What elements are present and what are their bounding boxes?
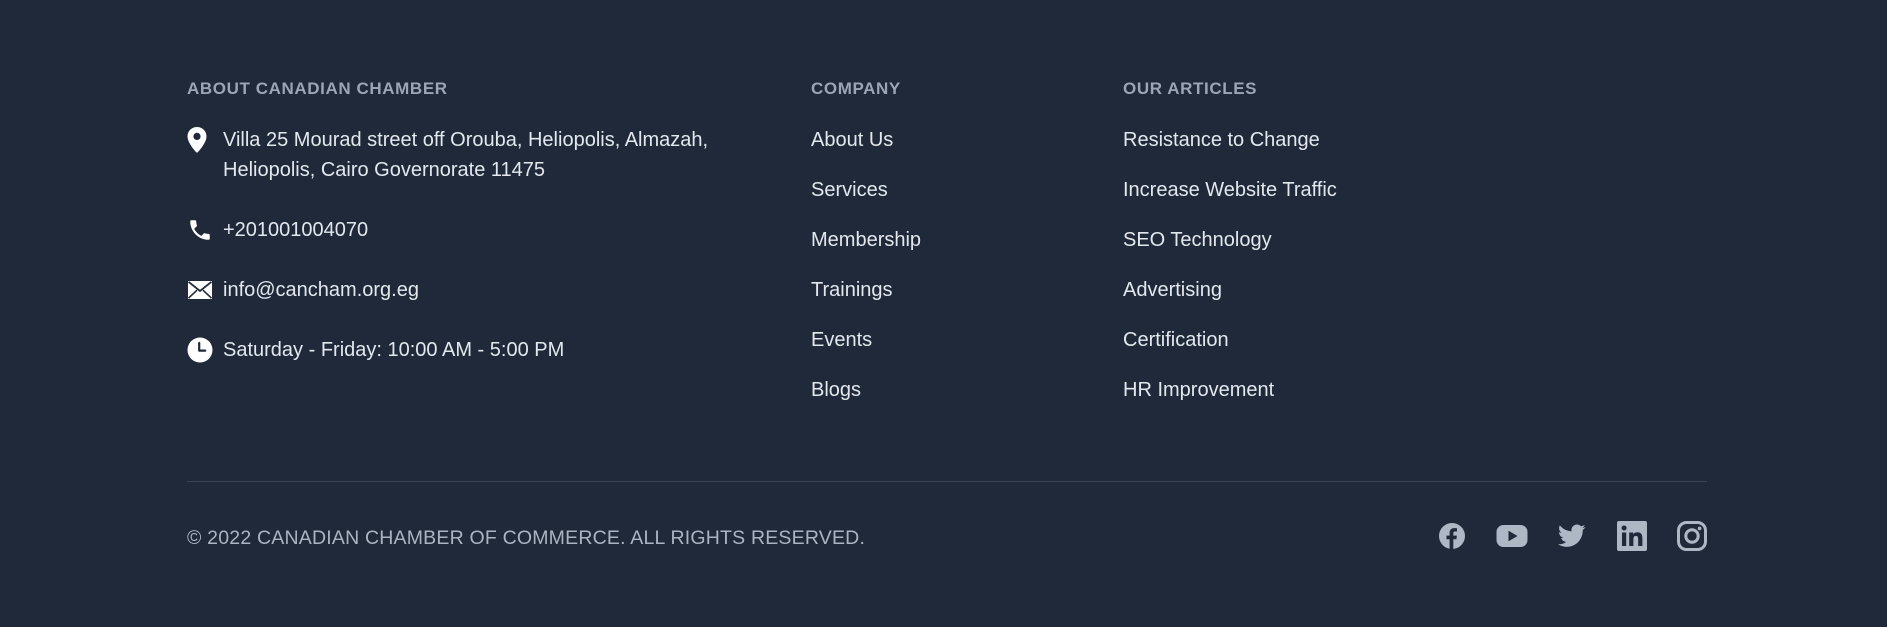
phone-icon: [187, 215, 213, 245]
article-link-certification[interactable]: Certification: [1123, 325, 1523, 355]
instagram-link[interactable]: [1676, 520, 1708, 556]
company-link-membership[interactable]: Membership: [811, 225, 1071, 255]
company-link-events[interactable]: Events: [811, 325, 1071, 355]
article-link-resistance-to-change[interactable]: Resistance to Change: [1123, 125, 1523, 155]
address-line-2: Heliopolis, Cairo Governorate 11475: [223, 159, 546, 181]
facebook-link[interactable]: [1436, 522, 1468, 554]
instagram-icon: [1677, 520, 1707, 556]
linkedin-link[interactable]: [1616, 520, 1648, 556]
clock-icon: [187, 335, 213, 365]
copyright-text: © 2022 CANADIAN CHAMBER OF COMMERCE. ALL…: [187, 527, 866, 549]
company-link-services[interactable]: Services: [811, 175, 1071, 205]
email-address: info@cancham.org.eg: [223, 279, 419, 301]
youtube-icon: [1496, 524, 1528, 553]
article-link-increase-website-traffic[interactable]: Increase Website Traffic: [1123, 175, 1523, 205]
footer-divider: [187, 481, 1707, 482]
company-link-blogs[interactable]: Blogs: [811, 375, 1071, 405]
contact-list: Villa 25 Mourad street off Orouba, Helio…: [187, 125, 787, 365]
contact-phone[interactable]: +201001004070: [187, 215, 787, 245]
opening-hours: Saturday - Friday: 10:00 AM - 5:00 PM: [223, 339, 565, 361]
article-links: Resistance to Change Increase Website Tr…: [1123, 125, 1523, 405]
contact-hours: Saturday - Friday: 10:00 AM - 5:00 PM: [187, 335, 787, 365]
about-heading: ABOUT CANADIAN CHAMBER: [187, 79, 448, 98]
twitter-link[interactable]: [1556, 522, 1588, 554]
articles-heading: OUR ARTICLES: [1123, 79, 1258, 98]
articles-column: OUR ARTICLES Resistance to Change Increa…: [1123, 79, 1523, 425]
company-column: COMPANY About Us Services Membership Tra…: [811, 79, 1071, 425]
about-column: ABOUT CANADIAN CHAMBER Villa 25 Mourad s…: [187, 79, 787, 365]
phone-number: +201001004070: [223, 219, 369, 241]
youtube-link[interactable]: [1496, 522, 1528, 554]
article-link-advertising[interactable]: Advertising: [1123, 275, 1523, 305]
linkedin-icon: [1617, 520, 1647, 556]
contact-email[interactable]: info@cancham.org.eg: [187, 275, 787, 305]
facebook-icon: [1439, 522, 1465, 554]
company-heading: COMPANY: [811, 79, 901, 98]
twitter-icon: [1558, 523, 1586, 553]
company-link-trainings[interactable]: Trainings: [811, 275, 1071, 305]
location-pin-icon: [187, 125, 213, 155]
envelope-icon: [187, 275, 213, 305]
article-link-seo-technology[interactable]: SEO Technology: [1123, 225, 1523, 255]
company-links: About Us Services Membership Trainings E…: [811, 125, 1071, 405]
article-link-hr-improvement[interactable]: HR Improvement: [1123, 375, 1523, 405]
address-line-1: Villa 25 Mourad street off Orouba, Helio…: [223, 129, 709, 151]
contact-address: Villa 25 Mourad street off Orouba, Helio…: [187, 125, 787, 185]
social-links: [1436, 520, 1708, 556]
company-link-about-us[interactable]: About Us: [811, 125, 1071, 155]
site-footer: ABOUT CANADIAN CHAMBER Villa 25 Mourad s…: [0, 0, 1887, 627]
